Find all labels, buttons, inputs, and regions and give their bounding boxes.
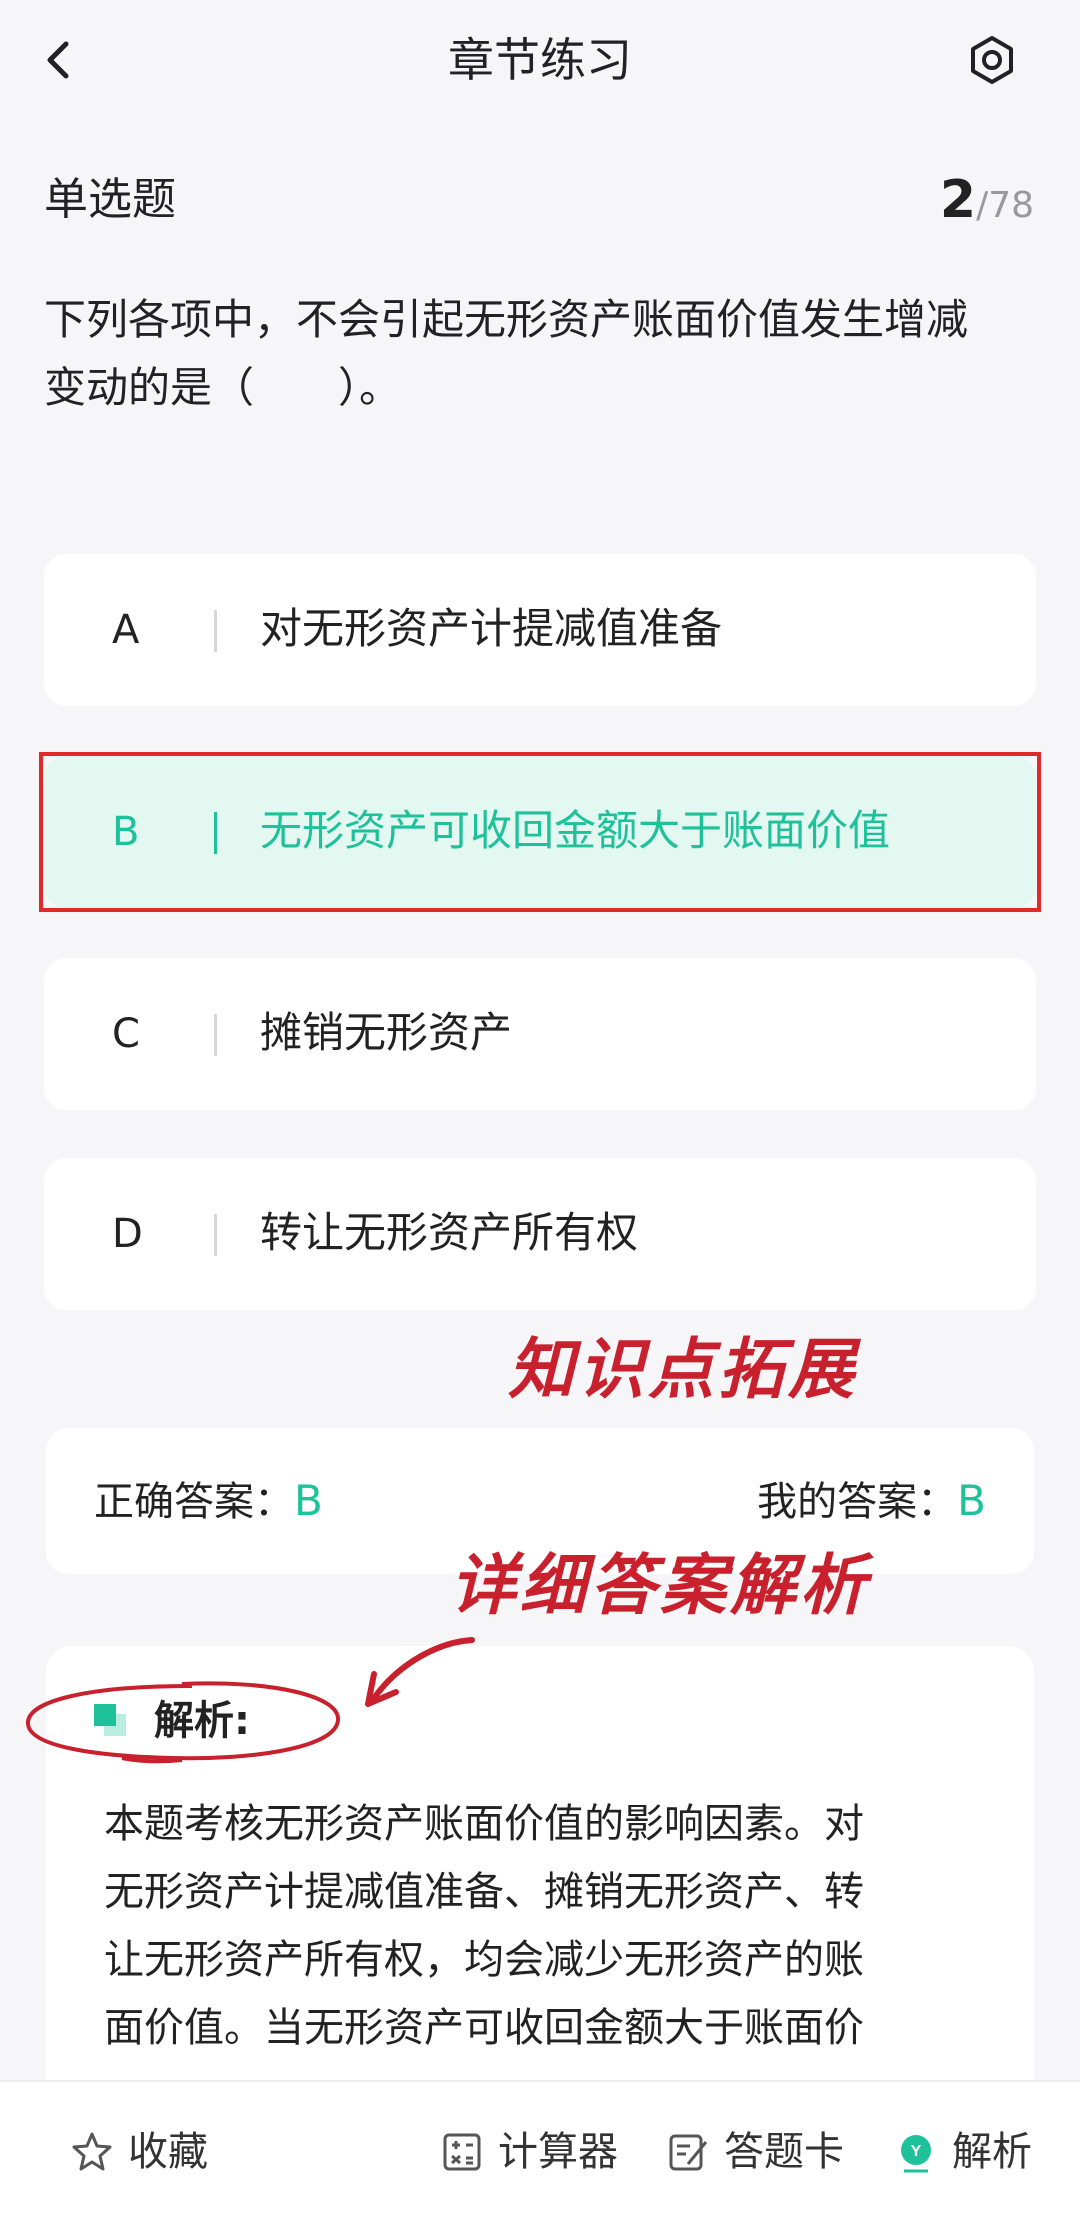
option-d[interactable]: D 转让无形资产所有权 — [44, 1158, 1036, 1310]
analysis-line: 本题考核无形资产账面价值的影响因素。对 — [104, 1801, 864, 1847]
answer-sheet-icon — [669, 2134, 708, 2171]
analysis-tab-label: 解析 — [952, 2129, 1032, 2175]
option-text: 转让无形资产所有权 — [260, 1208, 639, 1257]
favorite-button[interactable]: 收藏 — [70, 2124, 208, 2180]
answer-sheet-label: 答题卡 — [724, 2129, 844, 2175]
answer-sheet-button[interactable]: 答题卡 — [666, 2124, 844, 2180]
question-stem: 下列各项中，不会引起无形资产账面价值发生增减 变动的是（ ）。 — [44, 286, 1034, 422]
red-circle-annotation — [26, 1681, 340, 1764]
my-answer-value: B — [957, 1476, 986, 1525]
analysis-body: 本题考核无形资产账面价值的影响因素。对 无形资产计提减值准备、摊销无形资产、转 … — [104, 1790, 1004, 2062]
red-arrow-annotation — [365, 1637, 475, 1707]
correct-answer-value: B — [294, 1476, 323, 1525]
analysis-line: 让无形资产所有权，均会减少无形资产的账 — [104, 1937, 864, 1983]
analysis-line: 面价值。当无形资产可收回金额大于账面价 — [104, 2005, 864, 2051]
option-letter: A — [112, 607, 140, 653]
my-answer-label: 我的答案： — [757, 1479, 958, 1525]
option-divider — [214, 1214, 217, 1256]
top-nav-bar: 章节练习 — [0, 0, 1080, 120]
option-divider — [214, 1014, 217, 1056]
star-icon — [72, 2132, 112, 2171]
settings-gear-icon[interactable] — [966, 34, 1018, 86]
option-letter: D — [112, 1211, 143, 1257]
annotation-knowledge-expansion: 知识点拓展 — [508, 1330, 858, 1408]
calculator-icon — [443, 2133, 481, 2171]
analysis-tab-button[interactable]: Y 解析 — [894, 2124, 1032, 2180]
option-divider — [214, 610, 217, 652]
red-highlight-frame — [39, 752, 1041, 912]
my-answer: 我的答案：B — [757, 1472, 986, 1539]
bottom-toolbar: 收藏 计算器 答题卡 Y 解析 — [0, 2080, 1080, 2214]
correct-answer-label: 正确答案： — [94, 1479, 294, 1525]
analysis-icon: Y — [901, 2135, 931, 2173]
total-questions: /78 — [976, 185, 1034, 226]
question-type-label: 单选题 — [44, 174, 176, 225]
analysis-line: 无形资产计提减值准备、摊销无形资产、转 — [104, 1869, 864, 1915]
option-text: 摊销无形资产 — [260, 1008, 513, 1057]
svg-text:Y: Y — [911, 2143, 922, 2160]
calculator-button[interactable]: 计算器 — [440, 2124, 618, 2180]
option-a[interactable]: A 对无形资产计提减值准备 — [44, 554, 1036, 706]
calculator-label: 计算器 — [498, 2129, 618, 2175]
option-text: 对无形资产计提减值准备 — [260, 604, 723, 653]
page-title: 章节练习 — [448, 33, 632, 87]
favorite-label: 收藏 — [128, 2129, 208, 2175]
annotation-detailed-analysis: 详细答案解析 — [450, 1546, 870, 1624]
option-c[interactable]: C 摊销无形资产 — [44, 958, 1036, 1110]
option-letter: C — [112, 1011, 140, 1057]
question-stem-line: 下列各项中，不会引起无形资产账面价值发生增减 — [44, 295, 969, 344]
question-stem-line: 变动的是（ ）。 — [44, 363, 402, 412]
current-question-number: 2 — [939, 170, 977, 230]
question-counter: 2/78 — [940, 172, 1034, 240]
correct-answer: 正确答案：B — [94, 1472, 323, 1539]
